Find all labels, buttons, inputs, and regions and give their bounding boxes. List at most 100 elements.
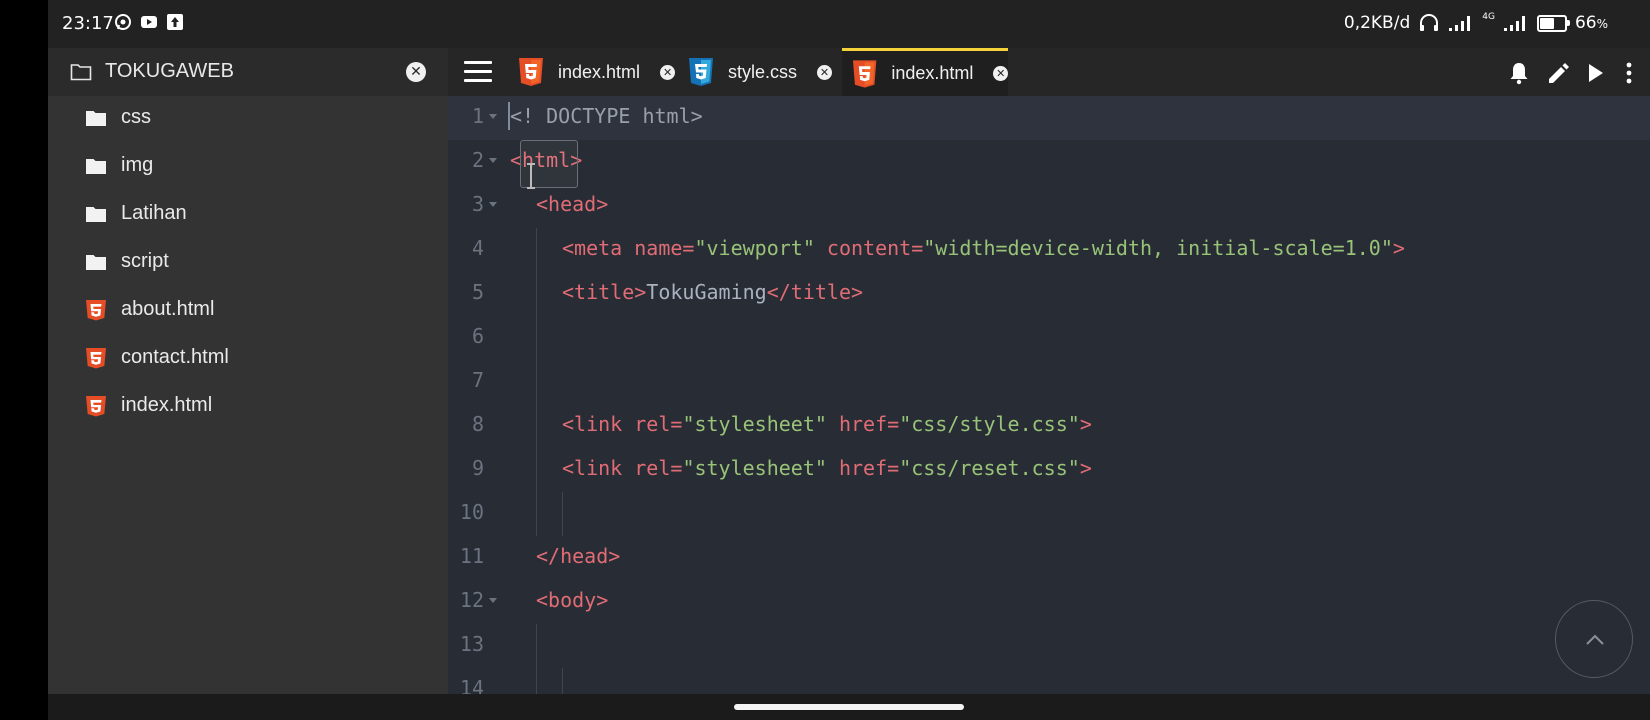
bell-icon[interactable] bbox=[1506, 60, 1532, 86]
code-line[interactable]: 7 bbox=[448, 360, 1650, 404]
system-nav-bar bbox=[48, 694, 1650, 720]
sidebar-item-label: contact.html bbox=[121, 346, 229, 368]
code-text: <title>TokuGaming</title> bbox=[562, 280, 864, 304]
tab-index-html-2[interactable]: index.html ✕ bbox=[842, 48, 1008, 96]
status-bar: 23:17 0,2KB/d 4G 66% bbox=[48, 0, 1650, 48]
sidebar-item-label: Latihan bbox=[121, 202, 187, 224]
net-speed: 0,2KB/d bbox=[1343, 13, 1411, 33]
tab-index-html-1[interactable]: index.html ✕ bbox=[518, 48, 676, 96]
battery-percent-value: 66 bbox=[1574, 13, 1597, 33]
html5-icon bbox=[86, 396, 106, 417]
code-text: <meta name="viewport" content="width=dev… bbox=[562, 236, 1405, 260]
whatsapp-icon bbox=[115, 14, 131, 30]
scroll-to-top-button[interactable] bbox=[1555, 600, 1633, 678]
sidebar-item-index-html[interactable]: index.html bbox=[48, 384, 448, 428]
html5-icon bbox=[519, 58, 543, 86]
line-number: 7 bbox=[471, 368, 484, 392]
code-text: <head> bbox=[536, 192, 609, 216]
line-number: 8 bbox=[471, 412, 484, 436]
line-number: 1 bbox=[471, 104, 484, 128]
indent-guide bbox=[536, 228, 537, 272]
sidebar-item-img[interactable]: img bbox=[48, 144, 448, 188]
tab-close-button[interactable]: ✕ bbox=[660, 64, 676, 80]
html5-icon bbox=[852, 59, 877, 88]
folder-icon bbox=[86, 111, 106, 126]
menu-icon[interactable] bbox=[464, 61, 492, 83]
line-number: 4 bbox=[471, 236, 484, 260]
indent-guide bbox=[536, 316, 537, 360]
close-project-button[interactable]: ✕ bbox=[406, 62, 426, 82]
sidebar-item-label: index.html bbox=[121, 394, 213, 416]
code-line[interactable]: 14 bbox=[448, 668, 1650, 694]
fold-caret-icon[interactable] bbox=[489, 202, 497, 207]
code-line[interactable]: 8 <link rel="stylesheet" href="css/style… bbox=[448, 404, 1650, 448]
fold-caret-icon[interactable] bbox=[489, 114, 497, 119]
folder-icon bbox=[86, 207, 106, 222]
code-editor[interactable]: 1 <! DOCTYPE html> 2 <html> 3 <head> 4 <… bbox=[448, 96, 1650, 694]
html5-icon bbox=[86, 300, 106, 321]
file-explorer-sidebar: TOKUGAWEB ✕ css img Latihan script about.htm… bbox=[48, 48, 448, 694]
project-name: TOKUGAWEB bbox=[105, 60, 234, 82]
tab-style-css[interactable]: style.css ✕ bbox=[688, 48, 833, 96]
html5-icon bbox=[86, 348, 106, 369]
code-text: <! DOCTYPE html> bbox=[510, 104, 703, 128]
code-line[interactable]: 13 bbox=[448, 624, 1650, 668]
code-line[interactable]: 11 </head> bbox=[448, 536, 1650, 580]
sidebar-item-latihan[interactable]: Latihan bbox=[48, 192, 448, 236]
code-line[interactable]: 3 <head> bbox=[448, 184, 1650, 228]
code-text: <link rel="stylesheet" href="css/reset.c… bbox=[562, 456, 1092, 480]
headphones-icon bbox=[1420, 14, 1439, 31]
code-text: <body> bbox=[536, 588, 609, 612]
code-line[interactable]: 2 <html> bbox=[448, 140, 1650, 184]
project-header[interactable]: TOKUGAWEB ✕ bbox=[48, 48, 448, 96]
code-line[interactable]: 9 <link rel="stylesheet" href="css/reset… bbox=[448, 448, 1650, 492]
code-text: <link rel="stylesheet" href="css/style.c… bbox=[562, 412, 1092, 436]
tab-label: index.html bbox=[558, 61, 641, 82]
sidebar-item-about-html[interactable]: about.html bbox=[48, 288, 448, 332]
line-number: 12 bbox=[459, 588, 484, 612]
line-number: 2 bbox=[471, 148, 484, 172]
indent-guide bbox=[562, 668, 563, 694]
sidebar-item-label: script bbox=[121, 250, 169, 272]
code-line[interactable]: 10 bbox=[448, 492, 1650, 536]
battery-percent-unit: % bbox=[1596, 17, 1608, 31]
more-vert-icon[interactable] bbox=[1616, 60, 1642, 86]
tab-label: style.css bbox=[728, 61, 798, 82]
sidebar-item-label: css bbox=[121, 106, 151, 128]
code-line[interactable]: 4 <meta name="viewport" content="width=d… bbox=[448, 228, 1650, 272]
tab-close-button[interactable]: ✕ bbox=[993, 66, 1008, 81]
signal-icon bbox=[1449, 16, 1471, 31]
sidebar-item-css[interactable]: css bbox=[48, 96, 448, 140]
network-type: 4G bbox=[1482, 12, 1495, 22]
home-gesture-handle[interactable] bbox=[734, 704, 964, 710]
folder-icon bbox=[86, 255, 106, 270]
line-number: 11 bbox=[459, 544, 484, 568]
code-line[interactable]: 6 bbox=[448, 316, 1650, 360]
sidebar-item-script[interactable]: script bbox=[48, 240, 448, 284]
chevron-up-icon bbox=[1586, 634, 1604, 645]
fold-caret-icon[interactable] bbox=[489, 598, 497, 603]
code-line[interactable]: 12 <body> bbox=[448, 580, 1650, 624]
line-number: 14 bbox=[459, 676, 484, 694]
pencil-icon[interactable] bbox=[1545, 60, 1571, 86]
line-number: 6 bbox=[471, 324, 484, 348]
tab-close-button[interactable]: ✕ bbox=[817, 64, 833, 80]
code-line[interactable]: 5 <title>TokuGaming</title> bbox=[448, 272, 1650, 316]
battery-fill bbox=[1539, 17, 1555, 29]
indent-guide bbox=[536, 624, 537, 668]
play-icon[interactable] bbox=[1582, 60, 1608, 86]
sidebar-item-label: about.html bbox=[121, 298, 215, 320]
line-number: 13 bbox=[459, 632, 484, 656]
code-line[interactable]: 1 <! DOCTYPE html> bbox=[448, 96, 1650, 140]
battery-tip bbox=[1566, 19, 1570, 26]
battery-icon bbox=[1536, 14, 1570, 32]
fold-caret-icon[interactable] bbox=[489, 158, 497, 163]
upload-icon bbox=[167, 14, 183, 30]
sidebar-item-label: img bbox=[121, 154, 154, 176]
sidebar-item-contact-html[interactable]: contact.html bbox=[48, 336, 448, 380]
tab-label: index.html bbox=[891, 63, 974, 83]
tab-bar: index.html ✕ style.css ✕ index.html ✕ bbox=[448, 48, 1650, 96]
signal-4g-icon bbox=[1503, 16, 1525, 31]
css3-icon bbox=[689, 58, 713, 86]
text-cursor-ibeam-icon bbox=[527, 163, 535, 189]
